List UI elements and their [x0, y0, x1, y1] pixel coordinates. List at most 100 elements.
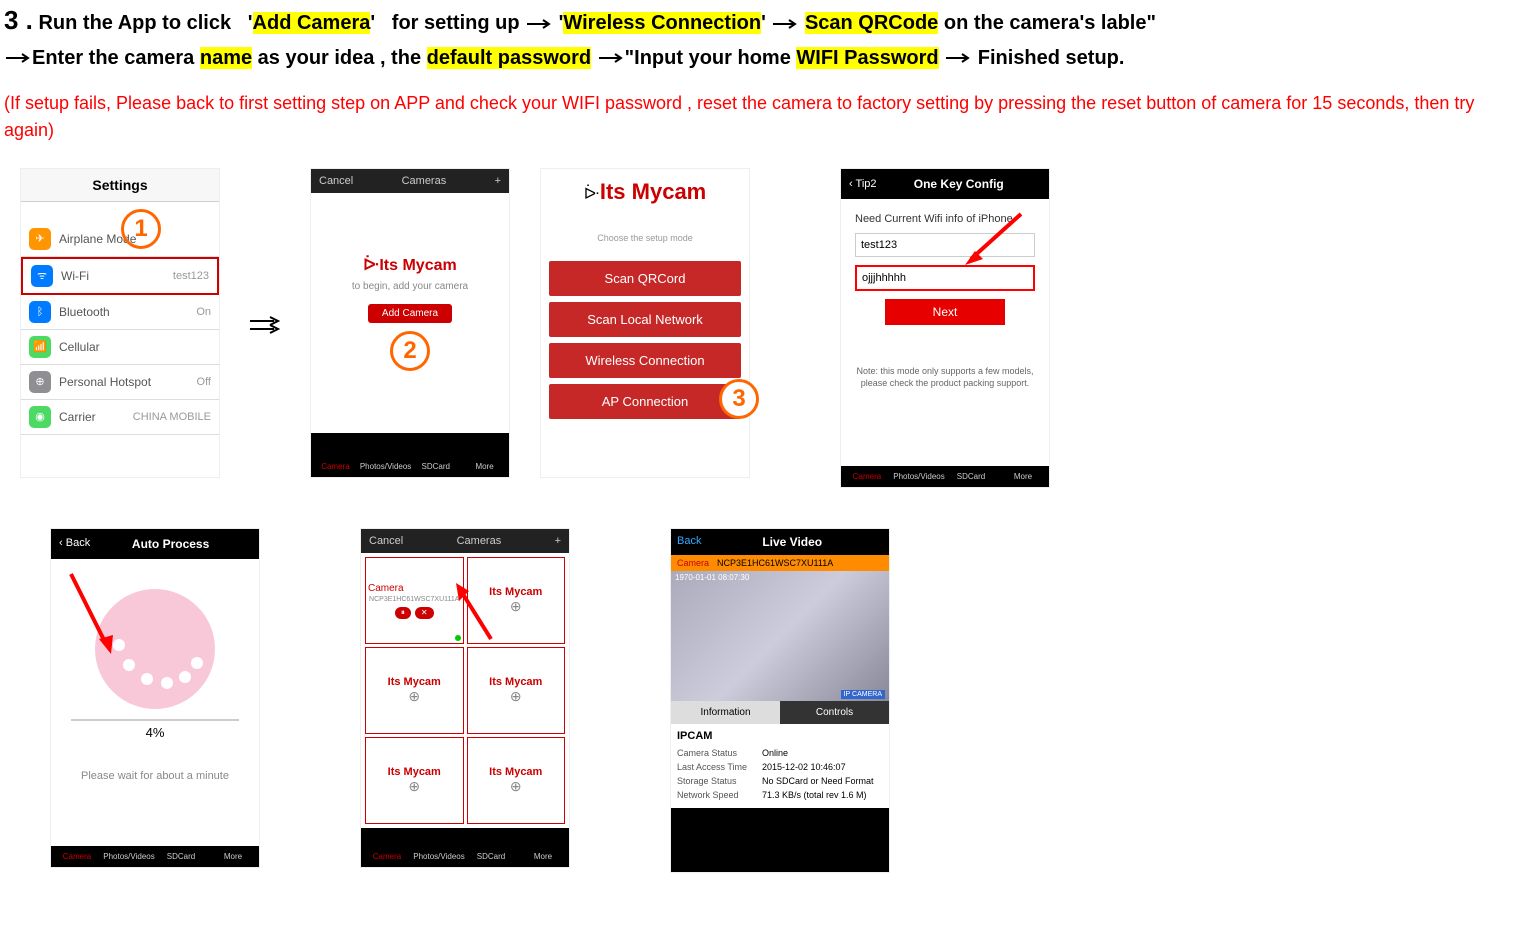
cameras-header: Cancel Cameras + — [361, 529, 569, 553]
back-button[interactable]: ‹ Back — [59, 537, 90, 551]
settings-wifi-row[interactable]: ᯤWi-Fitest123 — [21, 257, 219, 295]
camera-id: NCP3E1HC61WSC7XU111A — [717, 558, 833, 568]
instruction-line-1: 3 . Run the App to click 'Add Camera' fo… — [0, 0, 1523, 74]
live-header: Back Live Video — [671, 529, 889, 555]
hl-wireless: Wireless Connection — [563, 12, 761, 34]
camera-cell-active[interactable]: Camera NCP3E1HC61WSC7XU111A ⏸✕ — [365, 557, 464, 644]
ap-connection-button[interactable]: AP Connection — [549, 384, 741, 419]
hotspot-label: Personal Hotspot — [59, 375, 151, 389]
back-button[interactable]: Back — [677, 535, 701, 549]
step-circle-3: 3 — [719, 379, 759, 419]
tab-controls[interactable]: Controls — [780, 701, 889, 724]
cell-label: Cellular — [59, 340, 100, 354]
scan-local-button[interactable]: Scan Local Network — [549, 302, 741, 337]
scan-qr-button[interactable]: Scan QRCord — [549, 261, 741, 296]
storage-value: No SDCard or Need Format — [762, 776, 874, 786]
status-value: Online — [762, 748, 788, 758]
tab-camera[interactable]: Camera — [361, 846, 413, 867]
cameras-title: Cameras — [457, 535, 502, 547]
arrow-between-1-2 — [250, 314, 280, 342]
hl-name: name — [200, 47, 252, 69]
tab-more[interactable]: More — [460, 456, 509, 477]
screenshot-auto-process: ‹ Back Auto Process 4% Please wait for a… — [50, 528, 260, 868]
camera-cell-empty[interactable]: Its Mycam⊕ — [365, 647, 464, 734]
tab-photos[interactable]: Photos/Videos — [413, 846, 465, 867]
watermark: IP CAMERA — [841, 690, 885, 699]
tab-camera[interactable]: Camera — [841, 466, 893, 487]
step-number: 3 . — [4, 5, 33, 35]
camera-cell-empty[interactable]: Its Mycam⊕ — [467, 647, 566, 734]
cellular-icon: 📶 — [29, 336, 51, 358]
close-icon[interactable]: ✕ — [415, 607, 434, 619]
info-tabs: Information Controls — [671, 701, 889, 724]
camera-label: Camera — [677, 558, 709, 568]
tab-photos[interactable]: Photos/Videos — [360, 456, 411, 477]
plus-icon: ⊕ — [408, 688, 420, 705]
tab-sdcard[interactable]: SDCard — [465, 846, 517, 867]
screenshot-row-2: ‹ Back Auto Process 4% Please wait for a… — [0, 528, 1523, 873]
logo-text: Its Mycam — [600, 179, 706, 204]
wireless-connection-button[interactable]: Wireless Connection — [549, 343, 741, 378]
bottom-tabs: Camera Photos/Videos SDCard More — [361, 846, 569, 867]
plus-icon: ⊕ — [510, 598, 522, 615]
settings-cellular-row[interactable]: 📶 Cellular — [21, 330, 219, 365]
bt-value: On — [196, 306, 211, 318]
plus-icon: ⊕ — [510, 778, 522, 795]
wait-text: Please wait for about a minute — [71, 770, 239, 782]
cancel-button[interactable]: Cancel — [319, 175, 353, 187]
speed-key: Network Speed — [677, 790, 762, 800]
auto-header: ‹ Back Auto Process — [51, 529, 259, 559]
arrow-icon — [944, 51, 972, 65]
screenshot-live-video: Back Live Video Camera NCP3E1HC61WSC7XU1… — [670, 528, 890, 873]
settings-hotspot-row[interactable]: ⊕ Personal Hotspot Off — [21, 365, 219, 400]
begin-text: to begin, add your camera — [352, 281, 468, 292]
camera-cell-empty[interactable]: Its Mycam⊕ — [365, 737, 464, 824]
arrow-icon — [525, 17, 553, 31]
next-button[interactable]: Next — [885, 299, 1005, 325]
tab-photos[interactable]: Photos/Videos — [103, 846, 155, 867]
settings-airplane-row[interactable]: ✈Airplane Mode — [21, 222, 219, 257]
live-title: Live Video — [701, 535, 883, 549]
camera-cell-empty[interactable]: Its Mycam⊕ — [467, 737, 566, 824]
red-arrow-icon — [451, 579, 501, 649]
carrier-label: Carrier — [59, 410, 96, 424]
tab-camera[interactable]: Camera — [51, 846, 103, 867]
text-for-setting: for setting up — [392, 12, 520, 34]
wifi-value: test123 — [173, 270, 209, 282]
app-title: Cameras — [402, 175, 447, 187]
config-title: One Key Config — [877, 177, 1041, 191]
tab-sdcard[interactable]: SDCard — [945, 466, 997, 487]
status-key: Camera Status — [677, 748, 762, 758]
tab-camera[interactable]: Camera — [311, 456, 360, 477]
cancel-button[interactable]: Cancel — [369, 535, 403, 547]
tab-sdcard[interactable]: SDCard — [155, 846, 207, 867]
hotspot-value: Off — [197, 376, 211, 388]
carrier-icon: ◉ — [29, 406, 51, 428]
warning-text: (If setup fails, Please back to first se… — [0, 90, 1523, 144]
text-finished: Finished setup. — [978, 47, 1125, 69]
settings-bluetooth-row[interactable]: ᛒBluetoothOn — [21, 295, 219, 330]
hotspot-icon: ⊕ — [29, 371, 51, 393]
tab-more[interactable]: More — [207, 846, 259, 867]
screenshot-setup-mode: ᐕIts Mycam Choose the setup mode Scan QR… — [540, 168, 750, 478]
mode-note: Note: this mode only supports a few mode… — [855, 365, 1035, 390]
ipcam-heading: IPCAM — [677, 730, 883, 742]
bottom-tabs: Camera Photos/Videos SDCard More — [51, 846, 259, 867]
add-camera-button[interactable]: Add Camera — [368, 304, 452, 323]
add-button[interactable]: + — [495, 175, 501, 187]
step-circle-1: 1 — [121, 209, 161, 249]
tab-more[interactable]: More — [517, 846, 569, 867]
back-button[interactable]: ‹ Tip2 — [849, 178, 877, 190]
hl-default-pw: default password — [427, 47, 591, 69]
tab-information[interactable]: Information — [671, 701, 780, 724]
video-frame[interactable]: 1970-01-01 08:07:30 IP CAMERA — [671, 571, 889, 701]
camera-name: Camera — [368, 583, 404, 594]
add-button[interactable]: + — [555, 535, 561, 547]
settings-carrier-row[interactable]: ◉CarrierCHINA MOBILE — [21, 400, 219, 435]
screenshot-cameras-grid: Cancel Cameras + Camera NCP3E1HC61WSC7XU… — [360, 528, 570, 868]
tab-photos[interactable]: Photos/Videos — [893, 466, 945, 487]
tab-more[interactable]: More — [997, 466, 1049, 487]
pause-icon[interactable]: ⏸ — [395, 607, 411, 619]
tab-sdcard[interactable]: SDCard — [411, 456, 460, 477]
screenshot-app-empty: Cancel Cameras + ᐕIts Mycam to begin, ad… — [310, 168, 510, 478]
